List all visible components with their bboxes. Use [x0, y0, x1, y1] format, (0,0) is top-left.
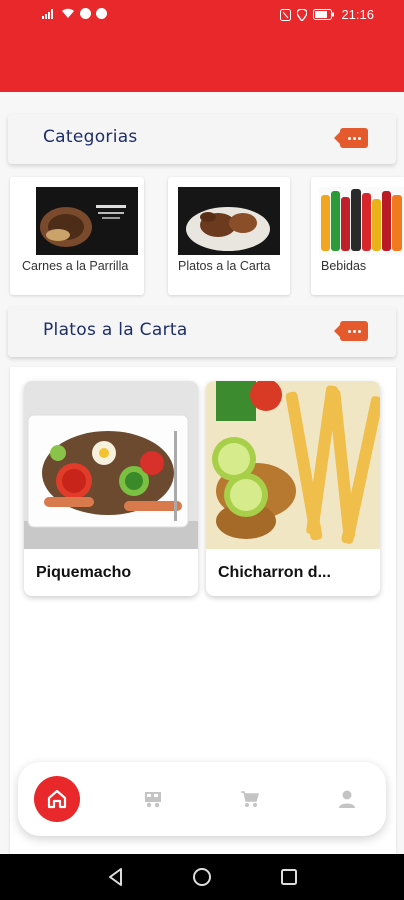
home-circle-icon[interactable]	[192, 867, 212, 887]
plates-header: Platos a la Carta	[8, 307, 396, 357]
category-card-bebidas[interactable]: Bebidas	[311, 177, 404, 295]
user-icon	[339, 790, 355, 808]
category-label: Platos a la Carta	[178, 259, 271, 273]
home-icon	[47, 789, 67, 809]
categories-title: Categorias	[43, 127, 138, 147]
plate-image-piquemacho	[24, 381, 198, 549]
battery-icon	[313, 9, 335, 20]
plate-name: Chicharron d...	[218, 564, 331, 581]
recents-icon[interactable]	[279, 867, 299, 887]
wifi-icon	[62, 8, 74, 18]
plate-card-piquemacho[interactable]: Piquemacho	[24, 381, 198, 596]
location-icon	[297, 8, 308, 21]
bottom-nav	[18, 762, 386, 836]
facebook-icon	[80, 8, 91, 19]
plate-card-chicharron[interactable]: Chicharron d...	[206, 381, 380, 596]
app-bar	[0, 30, 404, 92]
nav-home[interactable]	[34, 776, 80, 822]
cart-icon	[241, 791, 259, 807]
more-icon[interactable]	[334, 321, 368, 341]
back-icon[interactable]	[106, 867, 126, 887]
categories-list: Carnes a la Parrilla Platos a la Carta B…	[0, 177, 404, 299]
status-bar: 21:16	[0, 0, 404, 30]
category-image-carnes	[36, 187, 138, 255]
plate-image-chicharron	[206, 381, 380, 549]
plates-title: Platos a la Carta	[43, 320, 188, 340]
nfc-icon	[280, 8, 292, 21]
plate-name: Piquemacho	[36, 564, 132, 581]
status-time: 21:16	[341, 7, 374, 22]
nav-profile[interactable]	[324, 776, 370, 822]
more-icon[interactable]	[334, 128, 368, 148]
category-image-platos	[178, 187, 280, 255]
category-card-platos[interactable]: Platos a la Carta	[168, 177, 290, 295]
youtube-icon	[96, 8, 107, 19]
category-label: Carnes a la Parrilla	[22, 259, 129, 273]
delivery-icon	[145, 792, 161, 808]
signal-icon	[42, 9, 53, 19]
system-navigation-bar	[0, 854, 404, 900]
category-card-carnes[interactable]: Carnes a la Parrilla	[10, 177, 144, 295]
nav-delivery[interactable]	[130, 776, 176, 822]
category-label: Bebidas	[321, 259, 367, 273]
nav-cart[interactable]	[227, 776, 273, 822]
categories-header: Categorias	[8, 114, 396, 164]
category-image-bebidas	[319, 187, 404, 255]
main-content: Categorias Carnes a la Parrilla Platos a…	[0, 92, 404, 857]
